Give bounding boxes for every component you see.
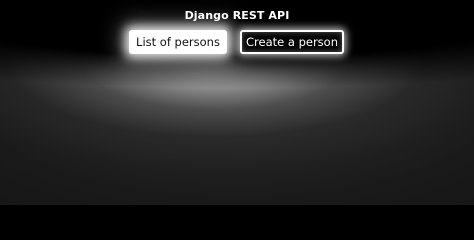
main-nav: List of persons Create a person: [0, 30, 474, 54]
create-person-button[interactable]: Create a person: [240, 30, 344, 54]
page-title: Django REST API: [184, 9, 290, 22]
list-persons-button[interactable]: List of persons: [129, 30, 227, 54]
app-page: Django REST API List of persons Create a…: [0, 0, 474, 205]
